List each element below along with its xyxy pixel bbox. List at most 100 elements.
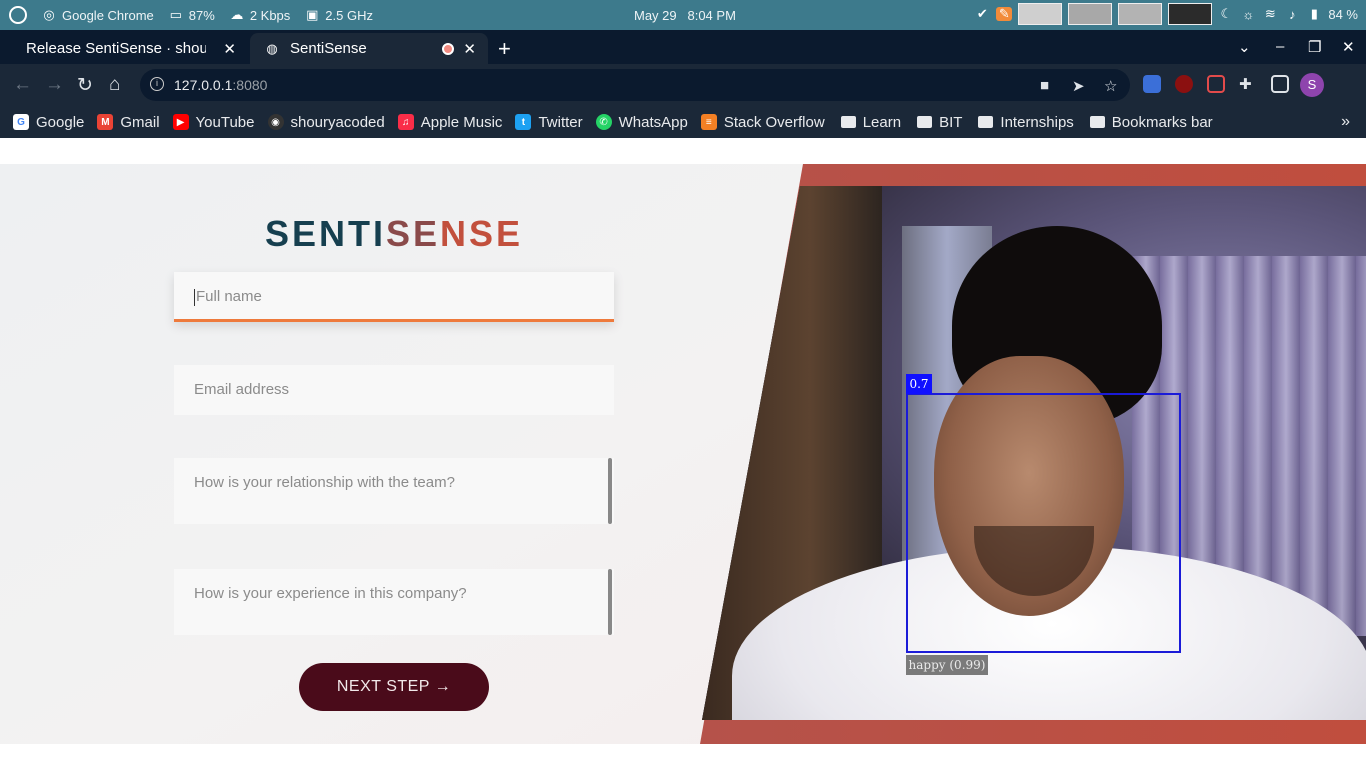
detection-score: 0.7 [906,374,932,394]
star-icon[interactable]: ☆ [1104,77,1117,95]
fullname-placeholder: Full name [196,288,262,305]
bookmark-stack-overflow[interactable]: ≡ Stack Overflow [700,113,825,131]
network-indicator[interactable]: ☁ 2 Kbps [229,7,291,23]
extensions-icon[interactable]: ✚ [1239,75,1257,93]
text-caret [194,288,195,306]
freq-indicator[interactable]: ▣ 2.5 GHz [304,7,373,23]
workspace-3[interactable] [1118,3,1163,25]
recording-icon [442,42,454,55]
os-top-panel: ◎ Google Chrome ▭ 87% ☁ 2 Kbps ▣ 2.5 GHz… [0,0,1366,30]
relationship-placeholder: How is your relationship with the team? [194,474,455,491]
bookmark-label: WhatsApp [618,113,688,131]
fullname-input[interactable]: Full name [174,272,614,322]
back-icon[interactable]: ← [13,74,32,96]
stack-overflow-icon: ≡ [700,114,717,130]
cloud-icon: ☁ [230,7,244,22]
cast-icon[interactable] [1207,75,1225,93]
bookmark-label: Apple Music [420,113,503,131]
tab-release[interactable]: Release SentiSense · shouryacoded ✕ [12,33,248,64]
workspace-1[interactable] [1018,3,1063,25]
profile-avatar[interactable]: S [1300,73,1324,97]
bitwarden-icon[interactable] [1143,75,1161,93]
textarea-scrollbar[interactable] [608,458,612,524]
bookmark-label: Stack Overflow [723,113,825,131]
network-value: 2 Kbps [249,7,291,23]
bookmark-label: Google [36,113,85,131]
next-step-button[interactable]: NEXT STEP → [299,663,489,711]
folder-icon [978,116,994,128]
close-icon[interactable]: ✕ [223,40,236,58]
bookmark-whatsapp[interactable]: ✆ WhatsApp [595,113,688,131]
volume-icon[interactable]: ♪ [1284,7,1300,22]
bookmark-label: shouryacoded [290,113,385,131]
bookmark-youtube[interactable]: ▶ YouTube [172,113,255,131]
email-input[interactable]: Email address [174,365,614,415]
system-tray: ✔ ✎ ☾ ☼ ≋ ♪ ▮ 84 % [974,3,1362,25]
workspace-2[interactable] [1068,3,1113,25]
home-icon[interactable]: ⌂ [109,74,120,96]
workspace-4[interactable] [1168,3,1213,25]
app-menu[interactable]: ◎ Google Chrome [41,7,154,23]
tab-search-icon[interactable]: ⌄ [1238,38,1251,56]
restore-button[interactable]: ❐ [1308,38,1321,56]
ublock-icon[interactable] [1175,75,1193,93]
bookmark-github[interactable]: ◉ shouryacoded [267,113,385,131]
chevron-double-right-icon[interactable]: » [1341,113,1350,131]
close-window-button[interactable]: ✕ [1342,38,1355,56]
face-detection-box [906,393,1181,653]
bookmark-label: Gmail [120,113,160,131]
check-icon[interactable]: ✔ [974,6,990,21]
cpu-indicator[interactable]: ▭ 87% [168,7,215,23]
twitter-icon: t [515,114,532,130]
relationship-textarea[interactable]: How is your relationship with the team? [174,458,614,524]
sentisense-logo: SENTISENSE [0,213,788,255]
send-icon[interactable]: ➤ [1072,77,1085,95]
chrome-icon: ◎ [43,7,55,22]
side-panel-icon[interactable] [1271,75,1289,93]
bookmark-google[interactable]: G Google [13,114,84,131]
github-icon: ◉ [267,114,284,130]
moon-icon[interactable]: ☾ [1218,6,1234,21]
logo-part-1: SENTI [264,213,386,254]
new-tab-button[interactable]: + [498,36,511,62]
camera-icon[interactable]: ■ [1040,77,1049,94]
textarea-scrollbar[interactable] [608,569,612,635]
bookmark-apple-music[interactable]: ♫ Apple Music [397,113,503,131]
bookmarks-bar: G Google M Gmail ▶ YouTube ◉ shouryacoded ♫ A… [0,106,1366,138]
address-bar[interactable]: i 127.0.0.1:8080 ■ ➤ ☆ [140,69,1130,101]
chip-icon: ▣ [306,7,319,22]
experience-placeholder: How is your experience in this company? [194,585,467,602]
google-icon: G [13,114,29,130]
url-host: 127.0.0.1 [174,77,233,93]
wifi-icon[interactable]: ≋ [1262,6,1278,21]
tab-label: Release SentiSense · shouryacoded [26,40,206,57]
folder-bookmarks-bar[interactable]: Bookmarks bar [1089,113,1213,131]
clock[interactable]: May 29 8:04 PM [634,8,736,23]
bookmark-twitter[interactable]: t Twitter [515,114,583,131]
folder-bit[interactable]: BIT [917,114,962,131]
folder-label: Learn [862,113,902,131]
whatsapp-icon: ✆ [595,114,612,130]
pen-icon[interactable]: ✎ [996,6,1013,21]
folder-label: Internships [1000,113,1074,131]
emotion-label: happy (0.99) [906,655,988,675]
minimize-button[interactable]: – [1276,38,1284,55]
close-icon[interactable]: ✕ [463,40,476,58]
reload-icon[interactable]: ↻ [77,74,93,97]
bookmark-label: YouTube [195,113,255,131]
bookmark-gmail[interactable]: M Gmail [97,113,160,131]
folder-internships[interactable]: Internships [978,113,1074,131]
activities-icon[interactable] [9,6,27,24]
experience-textarea[interactable]: How is your experience in this company? [174,569,614,635]
battery-icon[interactable]: ▮ [1306,6,1322,21]
form-panel: SENTISENSE Full name Email address How i… [0,164,808,744]
battery-value: 84 % [1328,6,1358,22]
folder-label: Bookmarks bar [1111,113,1213,131]
app-name: Google Chrome [62,7,154,23]
cpu-value: 87% [188,7,215,23]
brightness-icon[interactable]: ☼ [1240,7,1256,22]
forward-icon[interactable]: → [45,74,64,96]
site-info-icon[interactable]: i [150,77,164,91]
tab-sentisense[interactable]: ◍ SentiSense ✕ [250,33,488,64]
folder-learn[interactable]: Learn [840,113,902,131]
